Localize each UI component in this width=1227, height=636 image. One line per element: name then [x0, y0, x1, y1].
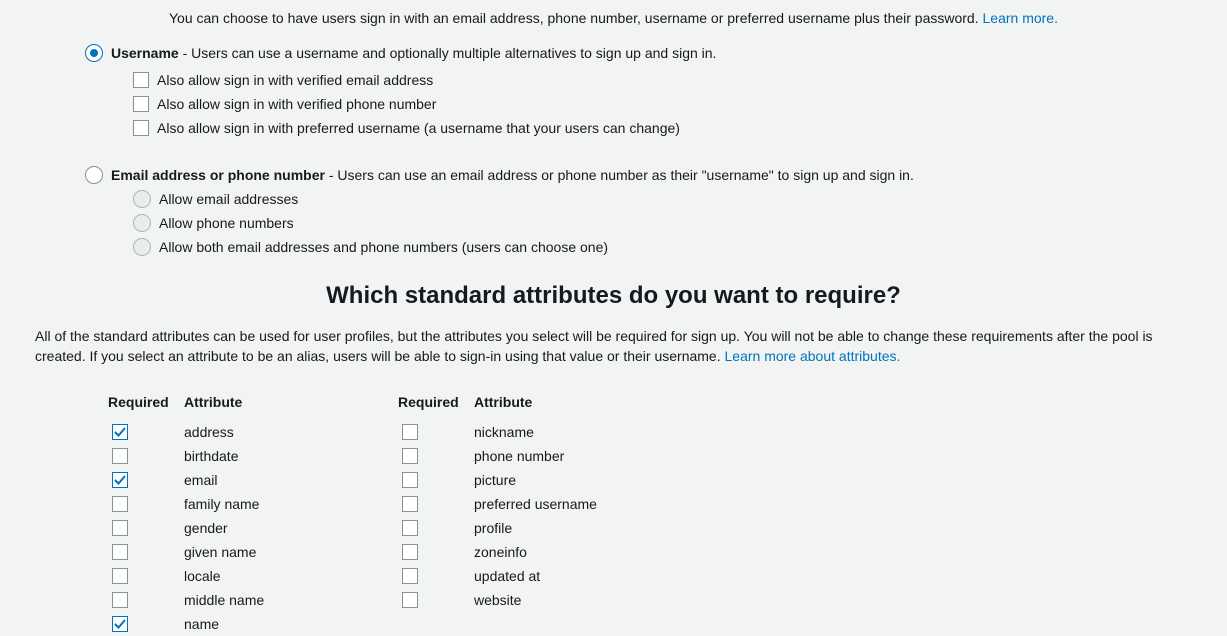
radio-icon [133, 190, 151, 208]
attribute-row: middle name [108, 588, 398, 612]
attribute-row: name [108, 612, 398, 636]
attribute-row: birthdate [108, 444, 398, 468]
learn-more-link[interactable]: Learn more. [983, 10, 1058, 26]
attributes-column-1: Required Attribute address birthdate email… [108, 394, 398, 636]
required-checkbox[interactable] [112, 568, 128, 584]
attribute-name: updated at [474, 568, 540, 584]
required-checkbox[interactable] [402, 568, 418, 584]
attribute-row: website [398, 588, 688, 612]
sub-radio-label: Allow email addresses [159, 191, 298, 207]
attributes-paragraph: All of the standard attributes can be us… [35, 326, 1192, 366]
header-required: Required [108, 394, 184, 410]
attribute-row: gender [108, 516, 398, 540]
radio-icon [133, 238, 151, 256]
attribute-name: middle name [184, 592, 264, 608]
signin-option-username[interactable]: Username - Users can use a username and … [85, 44, 1227, 62]
attribute-row: profile [398, 516, 688, 540]
required-checkbox[interactable] [402, 448, 418, 464]
required-checkbox[interactable] [112, 544, 128, 560]
required-checkbox[interactable] [402, 472, 418, 488]
signin-option-emailphone[interactable]: Email address or phone number - Users ca… [85, 166, 1227, 184]
header-attribute: Attribute [184, 394, 242, 410]
required-checkbox[interactable] [112, 448, 128, 464]
sub-radio-allow-both[interactable]: Allow both email addresses and phone num… [133, 238, 1227, 256]
checkbox-icon [133, 72, 149, 88]
attribute-row: preferred username [398, 492, 688, 516]
sub-opt-label: Also allow sign in with preferred userna… [157, 118, 680, 138]
emailphone-desc: - Users can use an email address or phon… [325, 167, 914, 183]
required-checkbox[interactable] [402, 496, 418, 512]
attribute-row: picture [398, 468, 688, 492]
required-checkbox[interactable] [112, 496, 128, 512]
attribute-row: email [108, 468, 398, 492]
attribute-row: nickname [398, 420, 688, 444]
required-checkbox[interactable] [402, 544, 418, 560]
required-checkbox[interactable] [402, 424, 418, 440]
attribute-name: birthdate [184, 448, 238, 464]
attribute-name: picture [474, 472, 516, 488]
required-checkbox[interactable] [112, 472, 128, 488]
sub-radio-allow-email[interactable]: Allow email addresses [133, 190, 1227, 208]
checkbox-icon [133, 96, 149, 112]
attribute-name: preferred username [474, 496, 597, 512]
attribute-name: zoneinfo [474, 544, 527, 560]
username-desc: - Users can use a username and optionall… [179, 45, 717, 61]
sub-opt-verified-phone[interactable]: Also allow sign in with verified phone n… [133, 94, 1227, 114]
sub-radio-label: Allow phone numbers [159, 215, 294, 231]
required-checkbox[interactable] [112, 616, 128, 632]
attributes-title: Which standard attributes do you want to… [0, 282, 1227, 310]
required-checkbox[interactable] [112, 520, 128, 536]
attribute-name: locale [184, 568, 221, 584]
required-checkbox[interactable] [112, 424, 128, 440]
sub-opt-verified-email[interactable]: Also allow sign in with verified email a… [133, 70, 1227, 90]
attribute-row: updated at [398, 564, 688, 588]
intro-body: You can choose to have users sign in wit… [169, 10, 983, 26]
sub-radio-label: Allow both email addresses and phone num… [159, 239, 608, 255]
sub-opt-label: Also allow sign in with verified phone n… [157, 94, 436, 114]
attribute-name: profile [474, 520, 512, 536]
attribute-name: website [474, 592, 521, 608]
sub-radio-allow-phone[interactable]: Allow phone numbers [133, 214, 1227, 232]
checkbox-icon [133, 120, 149, 136]
header-attribute: Attribute [474, 394, 532, 410]
radio-icon [133, 214, 151, 232]
required-checkbox[interactable] [112, 592, 128, 608]
header-required: Required [398, 394, 474, 410]
attribute-row: family name [108, 492, 398, 516]
sub-opt-preferred-username[interactable]: Also allow sign in with preferred userna… [133, 118, 1227, 138]
attribute-row: given name [108, 540, 398, 564]
attribute-name: name [184, 616, 219, 632]
attribute-row: zoneinfo [398, 540, 688, 564]
required-checkbox[interactable] [402, 592, 418, 608]
attribute-name: gender [184, 520, 228, 536]
attributes-column-2: Required Attribute nickname phone number p… [398, 394, 688, 636]
attributes-para-text: All of the standard attributes can be us… [35, 328, 1153, 364]
learn-more-attributes-link[interactable]: Learn more about attributes. [725, 348, 901, 364]
attribute-name: nickname [474, 424, 534, 440]
attribute-row: address [108, 420, 398, 444]
emailphone-label: Email address or phone number [111, 167, 325, 183]
attribute-name: phone number [474, 448, 564, 464]
radio-icon [85, 44, 103, 62]
attribute-name: address [184, 424, 234, 440]
radio-icon [85, 166, 103, 184]
attribute-row: locale [108, 564, 398, 588]
attribute-row: phone number [398, 444, 688, 468]
required-checkbox[interactable] [402, 520, 418, 536]
sub-opt-label: Also allow sign in with verified email a… [157, 70, 433, 90]
attribute-name: email [184, 472, 217, 488]
intro-text: You can choose to have users sign in wit… [0, 0, 1227, 44]
username-label: Username [111, 45, 179, 61]
attribute-name: given name [184, 544, 256, 560]
attribute-name: family name [184, 496, 259, 512]
